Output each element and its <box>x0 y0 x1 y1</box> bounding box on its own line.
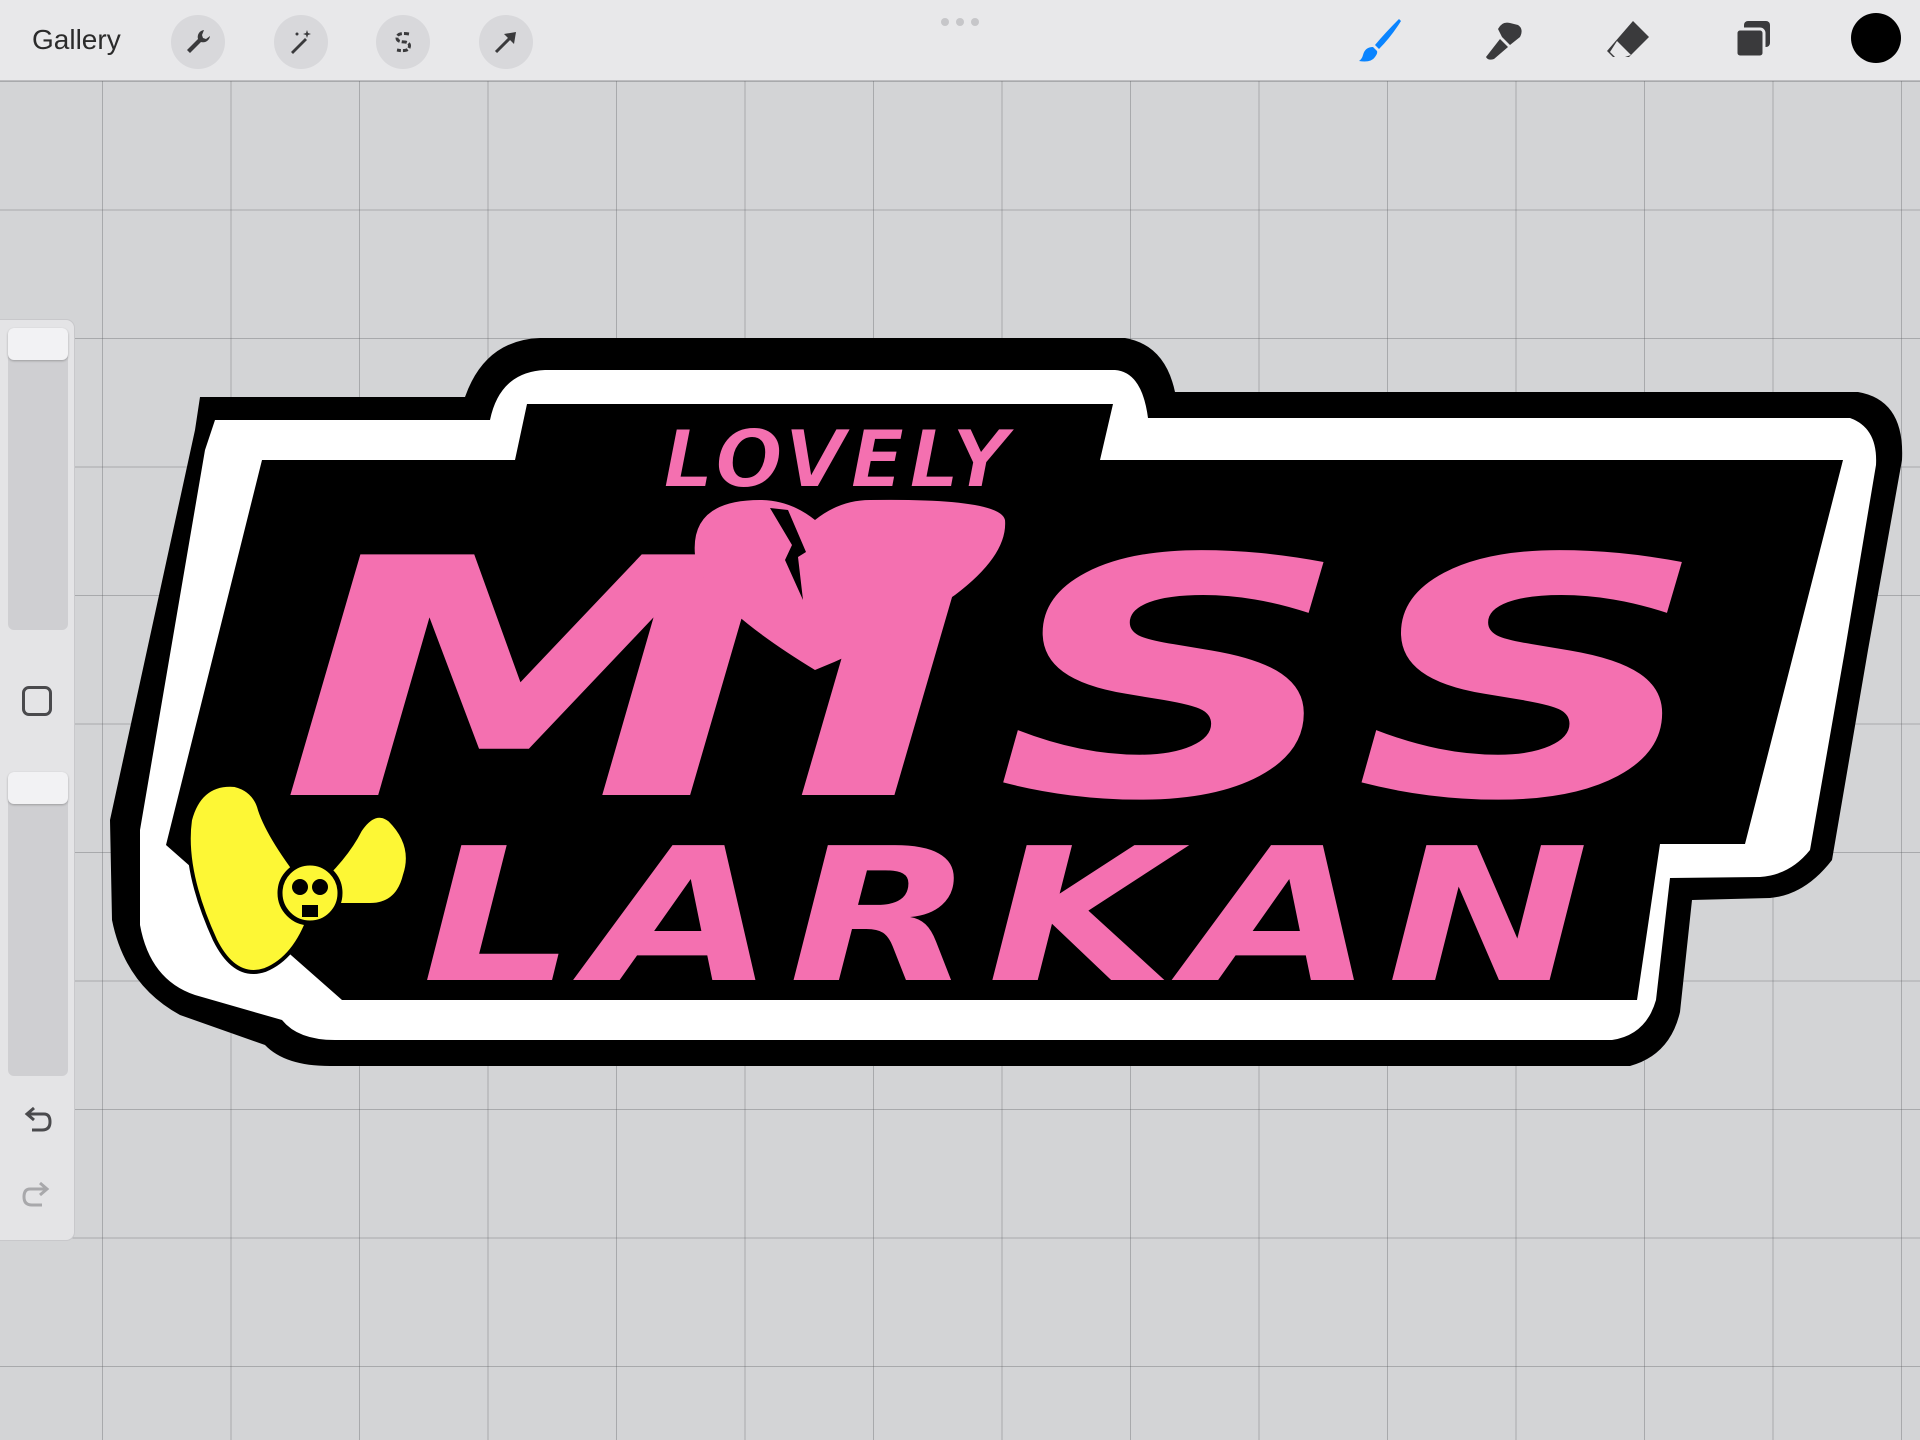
brush-tool-button[interactable] <box>1352 12 1408 68</box>
redo-icon[interactable] <box>18 1175 56 1213</box>
layers-icon <box>1734 21 1770 59</box>
brush-size-slider-knob[interactable] <box>8 328 68 360</box>
transform-button[interactable] <box>479 15 533 69</box>
selection-icon <box>395 32 411 53</box>
lovely-miss-larkan-logo: LOVELY MISS LARKAN <box>110 338 1903 1066</box>
wrench-icon <box>187 30 210 53</box>
actions-button[interactable] <box>171 15 225 69</box>
smudge-icon <box>1486 22 1522 60</box>
selection-button[interactable] <box>376 15 430 69</box>
color-picker-swatch[interactable] <box>1851 13 1901 63</box>
adjustments-button[interactable] <box>274 15 328 69</box>
opacity-slider-knob[interactable] <box>8 772 68 804</box>
brush-size-slider[interactable] <box>8 328 68 630</box>
top-toolbar: Gallery <box>0 0 1920 81</box>
brush-icon <box>1359 19 1401 62</box>
smudge-tool-button[interactable] <box>1477 12 1533 68</box>
transform-arrow-icon <box>494 32 516 54</box>
eraser-icon <box>1607 21 1649 57</box>
gallery-button[interactable]: Gallery <box>32 20 121 60</box>
layers-button[interactable] <box>1725 12 1781 68</box>
undo-icon[interactable] <box>18 1100 56 1138</box>
toolbar-grab-handle[interactable] <box>941 18 979 26</box>
eraser-tool-button[interactable] <box>1600 12 1656 68</box>
magic-wand-icon <box>291 30 311 54</box>
opacity-slider[interactable] <box>8 772 68 1076</box>
logo-text-larkan: LARKAN <box>422 808 1602 1024</box>
left-sidebar <box>0 320 74 1240</box>
modify-button[interactable] <box>22 686 52 716</box>
